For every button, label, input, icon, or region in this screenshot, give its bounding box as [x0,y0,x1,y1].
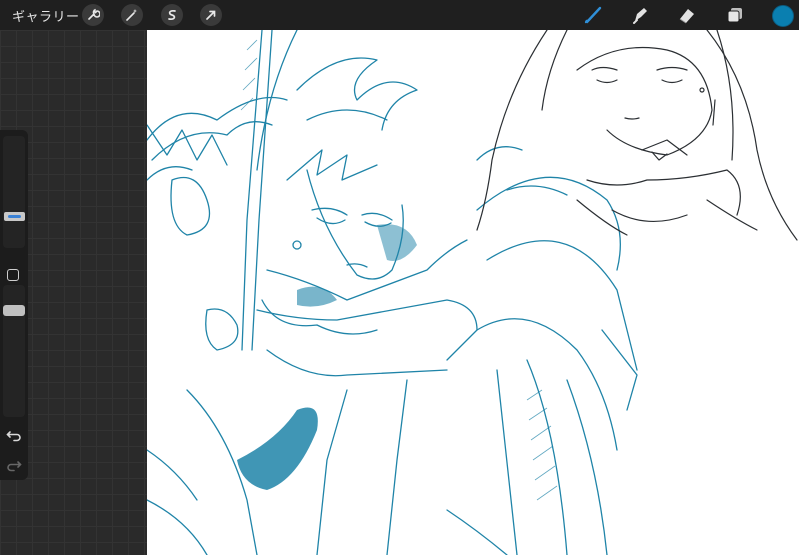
opacity-thumb[interactable] [3,305,25,316]
brush-tool[interactable] [582,4,606,26]
wrench-icon [88,8,100,20]
redo-icon[interactable] [6,458,22,472]
color-picker-button[interactable] [772,5,794,27]
brush-size-thumb[interactable] [4,212,25,221]
smudge-tool[interactable] [628,4,652,26]
top-toolbar: ギャラリー [0,0,799,30]
actions-button[interactable] [82,4,104,26]
transform-button[interactable] [200,4,222,26]
brush-icon [584,6,602,24]
eraser-tool[interactable] [675,4,699,26]
selection-icon [168,9,176,21]
undo-icon[interactable] [6,428,22,442]
gallery-button[interactable]: ギャラリー [12,6,80,25]
modify-button[interactable] [7,269,19,281]
sketch-artwork [147,30,798,555]
selection-button[interactable] [161,4,183,26]
eraser-icon [679,9,694,24]
brush-size-slider[interactable] [3,136,25,248]
transform-arrow-icon [206,10,216,20]
adjustments-button[interactable] [121,4,143,26]
drawing-canvas[interactable] [147,30,799,555]
size-indicator [8,215,21,218]
magic-wand-icon [126,9,137,21]
layers-icon [727,8,742,23]
layers-tool[interactable] [723,4,747,26]
smudge-icon [633,8,647,24]
